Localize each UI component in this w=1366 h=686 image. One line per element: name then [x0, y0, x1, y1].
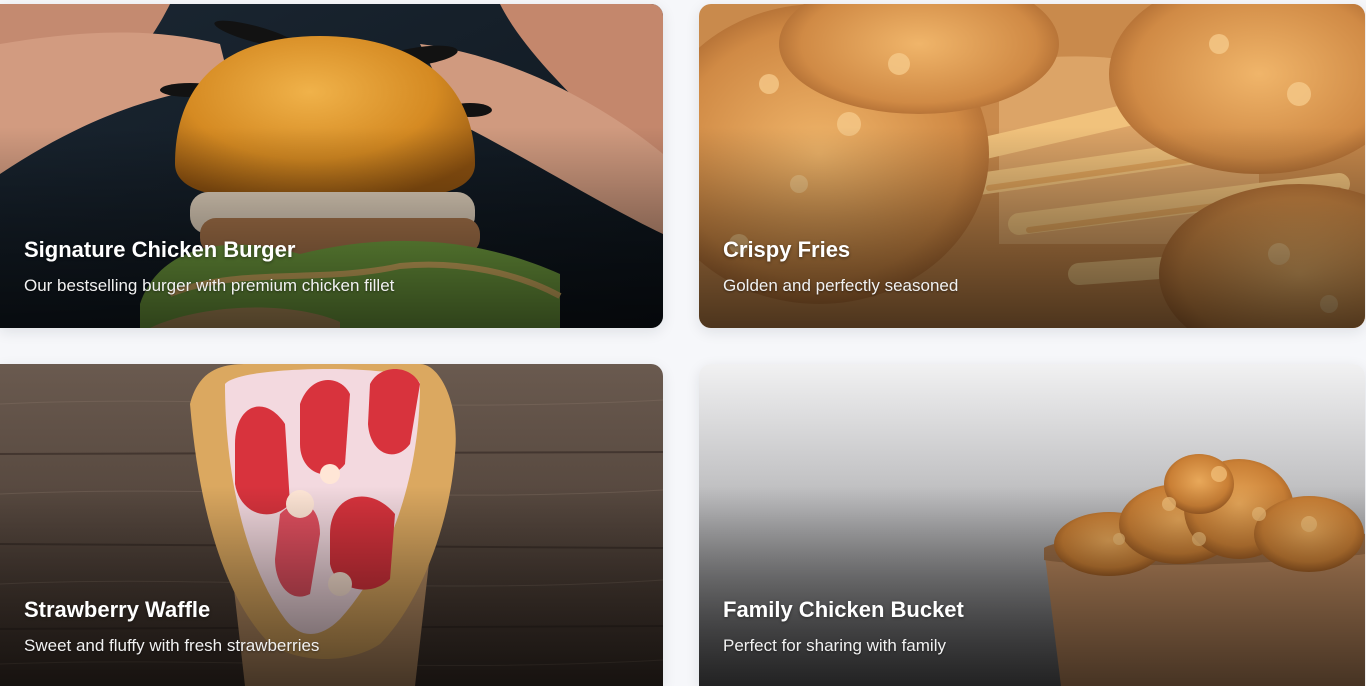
card-caption: Family Chicken Bucket Perfect for sharin… — [723, 596, 1341, 657]
card-caption: Crispy Fries Golden and perfectly season… — [723, 236, 1341, 297]
card-caption: Strawberry Waffle Sweet and fluffy with … — [24, 596, 639, 657]
card-description: Golden and perfectly seasoned — [723, 276, 959, 295]
card-title: Strawberry Waffle — [24, 597, 211, 622]
card-description: Sweet and fluffy with fresh strawberries — [24, 636, 320, 655]
card-caption: Signature Chicken Burger Our bestselling… — [24, 236, 639, 297]
menu-grid: Signature Chicken Burger Our bestselling… — [0, 0, 1366, 686]
menu-card-family-chicken-bucket[interactable]: Family Chicken Bucket Perfect for sharin… — [699, 364, 1365, 686]
card-title: Signature Chicken Burger — [24, 237, 296, 262]
card-description: Perfect for sharing with family — [723, 636, 946, 655]
menu-card-strawberry-waffle[interactable]: Strawberry Waffle Sweet and fluffy with … — [0, 364, 663, 686]
card-title: Family Chicken Bucket — [723, 597, 964, 622]
menu-card-signature-chicken-burger[interactable]: Signature Chicken Burger Our bestselling… — [0, 4, 663, 328]
card-title: Crispy Fries — [723, 237, 851, 262]
card-description: Our bestselling burger with premium chic… — [24, 276, 395, 295]
menu-card-crispy-fries[interactable]: Crispy Fries Golden and perfectly season… — [699, 4, 1365, 328]
